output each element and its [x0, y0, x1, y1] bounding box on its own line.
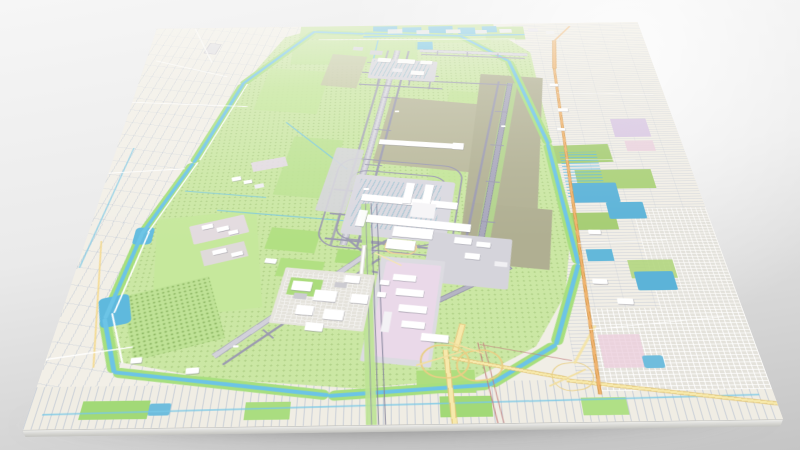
studio-backdrop — [0, 0, 800, 450]
map-surface — [22, 22, 783, 430]
hangar-north — [370, 50, 383, 55]
water-pond-urban — [641, 356, 666, 369]
farm-building-south — [130, 357, 142, 363]
northeast-building — [528, 29, 538, 32]
greenhouse-building — [499, 29, 512, 33]
hangar-north — [352, 47, 363, 51]
fields-south-2 — [244, 401, 291, 420]
office-building — [290, 280, 312, 291]
residential-purple-block — [610, 118, 652, 137]
taxiway-connector — [497, 53, 498, 57]
farm-building-south — [185, 367, 199, 374]
taxiway-connector — [436, 51, 438, 55]
water-pond-east-3 — [586, 249, 614, 261]
greenhouse-building — [417, 30, 430, 34]
roadside-building-east — [588, 229, 601, 234]
roadside-building-east — [617, 298, 634, 304]
aircraft — [232, 345, 238, 348]
greenhouse-building — [388, 29, 403, 33]
aircraft — [501, 125, 506, 127]
water-pond-south-farm — [147, 403, 172, 416]
building-north-apron — [420, 60, 433, 64]
greenhouse-building — [475, 30, 487, 34]
road-n201-north — [552, 41, 556, 69]
freight-building-se — [476, 241, 491, 248]
roadside-building-east — [593, 279, 608, 285]
office-building — [350, 294, 369, 304]
office-building — [313, 289, 338, 302]
residential-pink-block-south — [597, 334, 647, 368]
parking-lot — [293, 292, 308, 299]
water-pond-east-1 — [568, 183, 621, 203]
cargo-shed — [379, 279, 389, 285]
fields-south-1 — [78, 400, 150, 419]
terminal-center — [409, 202, 436, 219]
pier-north-block — [452, 143, 464, 150]
freight-building-se — [464, 252, 480, 259]
map-feature-layer — [22, 22, 783, 430]
residential-pink-block-east — [624, 140, 656, 151]
roadside-building-east — [558, 108, 568, 111]
office-building — [322, 309, 345, 321]
roadside-building-east — [550, 84, 559, 87]
fields-south-3 — [439, 396, 493, 418]
map-board[interactable] — [22, 22, 783, 430]
office-building — [295, 304, 315, 315]
aircraft — [395, 111, 399, 113]
greenhouse-building — [446, 29, 461, 33]
airport-west-building — [264, 258, 277, 264]
cargo-shed — [377, 291, 387, 297]
roadside-building-east — [557, 128, 566, 131]
water-pond-southeast — [633, 271, 678, 291]
northeast-building — [546, 31, 555, 34]
water-pond-east-2 — [606, 202, 647, 219]
building-north-apron — [410, 71, 424, 76]
scene-tilt-wrapper — [0, 0, 800, 450]
building-north-apron — [392, 68, 403, 72]
aircraft — [364, 188, 369, 190]
perspective-stage — [0, 0, 800, 450]
